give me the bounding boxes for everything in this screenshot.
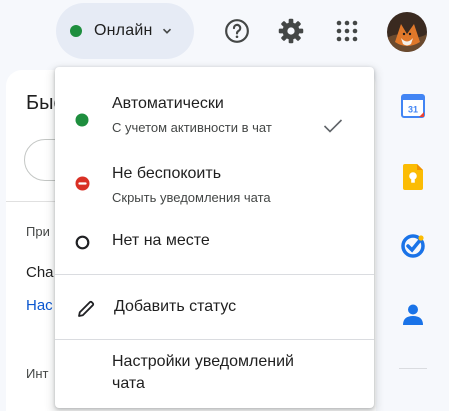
calendar-icon: 31 xyxy=(401,94,425,118)
apps-grid-icon xyxy=(336,20,358,42)
settings-icon xyxy=(278,18,304,44)
help-button[interactable] xyxy=(219,13,255,49)
add-status-label: Добавить статус xyxy=(114,298,237,315)
section-label: При xyxy=(26,224,50,239)
menu-item-away[interactable]: Нет на месте xyxy=(55,221,374,269)
settings-button[interactable] xyxy=(273,13,309,49)
contacts-button[interactable] xyxy=(390,295,436,335)
settings-link[interactable]: Нас xyxy=(26,297,53,314)
menu-item-title: Автоматически xyxy=(112,95,224,112)
status-chip[interactable]: Онлайн xyxy=(56,3,194,59)
notification-settings-line2: чата xyxy=(112,375,145,392)
help-icon xyxy=(225,19,249,43)
tasks-button[interactable] xyxy=(390,226,436,266)
chat-list-item[interactable]: Cha xyxy=(26,264,54,281)
chevron-down-icon xyxy=(162,26,172,36)
green-dot-icon xyxy=(74,112,90,128)
menu-divider xyxy=(55,339,374,340)
online-status-dot-icon xyxy=(70,25,82,37)
status-menu: Автоматически С учетом активности в чат … xyxy=(55,67,374,408)
section2-label: Инт xyxy=(26,366,49,381)
tasks-icon xyxy=(401,234,425,258)
checkmark-icon xyxy=(323,118,343,134)
notification-settings-line1: Настройки уведомлений xyxy=(112,353,294,370)
add-status-button[interactable]: Добавить статус xyxy=(55,283,374,333)
account-avatar[interactable] xyxy=(387,12,427,52)
side-panel-divider xyxy=(399,368,427,369)
calendar-button[interactable]: 31 xyxy=(390,86,436,126)
apps-button[interactable] xyxy=(329,13,365,49)
menu-item-subtitle: Скрыть уведомления чата xyxy=(112,190,271,205)
menu-item-title: Не беспокоить xyxy=(112,165,222,182)
side-panel: 31 xyxy=(390,78,436,411)
menu-divider xyxy=(55,274,374,275)
menu-item-do-not-disturb[interactable]: Не беспокоить Скрыть уведомления чата xyxy=(55,151,374,221)
menu-item-subtitle: С учетом активности в чат xyxy=(112,120,272,135)
chat-notification-settings[interactable]: Настройки уведомлений чата xyxy=(55,347,374,403)
away-ring-icon xyxy=(74,234,90,250)
menu-item-automatic[interactable]: Автоматически С учетом активности в чат xyxy=(55,79,374,151)
keep-button[interactable] xyxy=(390,157,436,197)
do-not-disturb-icon xyxy=(74,175,90,191)
calendar-day: 31 xyxy=(408,105,418,115)
contacts-icon xyxy=(403,304,423,325)
status-chip-label: Онлайн xyxy=(94,22,153,39)
keep-icon xyxy=(403,164,423,190)
menu-item-title: Нет на месте xyxy=(112,232,210,249)
pencil-icon xyxy=(76,299,96,319)
